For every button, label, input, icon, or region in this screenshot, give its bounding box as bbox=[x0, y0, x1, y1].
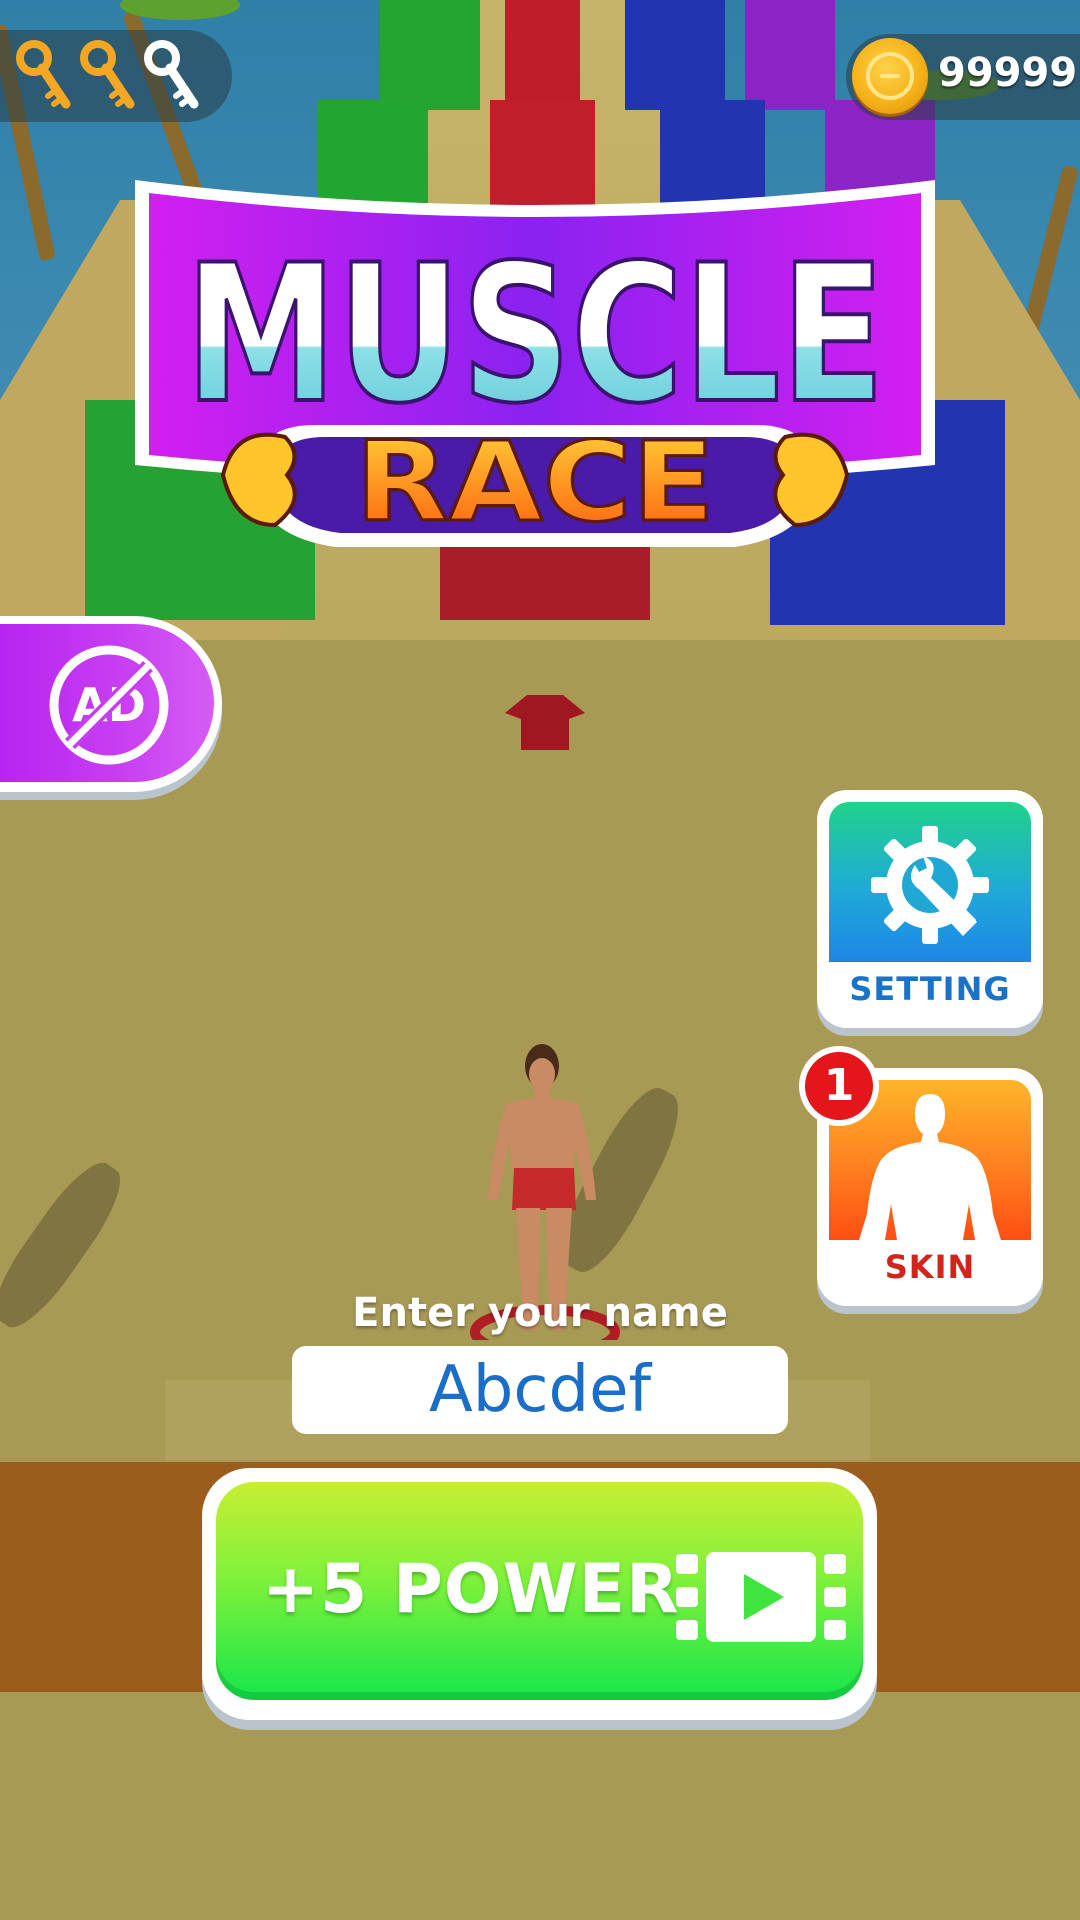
setting-button[interactable]: SETTING bbox=[817, 790, 1043, 1028]
key-icon bbox=[80, 40, 135, 109]
notification-badge: 1 bbox=[799, 1046, 879, 1126]
name-prompt: Enter your name bbox=[352, 1290, 728, 1336]
player-name-input[interactable] bbox=[292, 1346, 788, 1434]
coin-icon bbox=[852, 38, 928, 114]
no-ads-icon: AD bbox=[49, 645, 169, 765]
coin-count: 99999 bbox=[938, 50, 1078, 96]
power-boost-button[interactable]: +5 POWER bbox=[202, 1468, 877, 1720]
green-lane-block bbox=[380, 0, 480, 110]
blue-lane-block bbox=[625, 0, 725, 110]
key-icon bbox=[16, 40, 71, 109]
skin-label: SKIN bbox=[884, 1248, 976, 1286]
flex-arm-icon bbox=[220, 432, 297, 528]
ground-lower bbox=[0, 1692, 1080, 1920]
skin-button[interactable]: SKIN 1 bbox=[799, 1046, 1043, 1306]
muscle-silhouette-icon bbox=[859, 1094, 1001, 1240]
logo-title-muscle: MUSCLE bbox=[185, 224, 885, 445]
setting-label: SETTING bbox=[849, 970, 1011, 1008]
lane-marker-icon bbox=[505, 695, 585, 750]
power-boost-label: +5 POWER bbox=[262, 1550, 680, 1629]
remove-ads-button[interactable]: AD bbox=[0, 616, 222, 792]
logo-title-race: RACE bbox=[355, 418, 715, 546]
coins-panel: 99999 bbox=[846, 34, 1080, 120]
gear-wrench-icon bbox=[871, 826, 989, 944]
game-logo: MUSCLE RACE bbox=[135, 180, 935, 548]
notification-count: 1 bbox=[805, 1052, 873, 1120]
key-icon bbox=[144, 40, 199, 109]
video-play-icon bbox=[676, 1552, 846, 1642]
purple-lane-block bbox=[745, 0, 835, 110]
keys-panel bbox=[0, 30, 232, 122]
flex-arm-icon bbox=[773, 432, 850, 528]
